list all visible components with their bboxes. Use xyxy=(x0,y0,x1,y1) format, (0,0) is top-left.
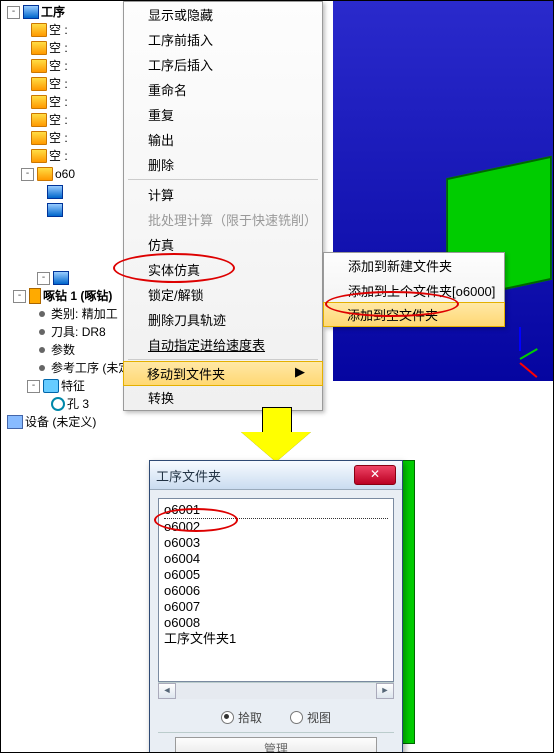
folder-icon xyxy=(31,95,47,109)
radio-off-icon xyxy=(290,711,303,724)
device-icon xyxy=(7,415,23,429)
prop-tool-value: DR8 xyxy=(82,323,106,341)
op-icon xyxy=(53,271,69,285)
scroll-right-icon[interactable]: ► xyxy=(376,683,394,699)
drill-group-label[interactable]: 啄钻 1 (啄钻) xyxy=(43,287,112,305)
dot-icon xyxy=(39,311,45,317)
radio-on-icon xyxy=(221,711,234,724)
tree-empty-label: 空 : xyxy=(49,129,68,147)
folder-icon xyxy=(31,149,47,163)
radio-view-label: 视图 xyxy=(307,709,331,726)
tree-empty-label: 空 : xyxy=(49,21,68,39)
mi-lock[interactable]: 锁定/解锁 xyxy=(124,282,322,307)
smi-add-prev-suffix: [o6000] xyxy=(452,284,495,299)
folder-icon xyxy=(31,41,47,55)
tree-empty-label: 空 : xyxy=(49,93,68,111)
smi-add-empty[interactable]: 添加到空文件夹 xyxy=(323,302,505,327)
radio-view[interactable]: 视图 xyxy=(290,709,331,726)
h-scrollbar[interactable]: ◄ ► xyxy=(158,682,394,699)
mi-show-hide[interactable]: 显示或隐藏 xyxy=(124,2,322,27)
feature-label[interactable]: 特征 xyxy=(61,377,85,395)
tree-empty-label: 空 : xyxy=(49,147,68,165)
folder-icon xyxy=(31,77,47,91)
mi-insert-before[interactable]: 工序前插入 xyxy=(124,27,322,52)
collapse-icon[interactable]: - xyxy=(7,6,20,19)
context-menu[interactable]: 显示或隐藏 工序前插入 工序后插入 重命名 重复 输出 删除 计算 批处理计算（… xyxy=(123,1,323,411)
collapse-icon[interactable]: - xyxy=(37,272,50,285)
mi-rename[interactable]: 重命名 xyxy=(124,77,322,102)
scroll-left-icon[interactable]: ◄ xyxy=(158,683,176,699)
separator xyxy=(158,732,394,733)
op-icon xyxy=(47,203,63,217)
mi-delete[interactable]: 删除 xyxy=(124,152,322,177)
drill-icon xyxy=(29,288,41,304)
list-item[interactable]: o6005 xyxy=(164,567,388,583)
manage-button[interactable]: 管理 xyxy=(175,737,377,753)
folder-icon xyxy=(37,167,53,181)
list-item[interactable]: o6002 xyxy=(164,519,388,535)
smi-add-prev[interactable]: 添加到上个文件夹[o6000] xyxy=(324,278,504,303)
folder-icon xyxy=(31,113,47,127)
mi-feed-table[interactable]: 自动指定进给速度表 xyxy=(124,332,322,357)
mi-calc[interactable]: 计算 xyxy=(124,182,322,207)
mi-sim-solid[interactable]: 实体仿真 xyxy=(124,257,322,282)
submenu-arrow-icon: ▶ xyxy=(295,364,305,380)
feature-icon xyxy=(43,379,59,393)
tree-empty-label: 空 : xyxy=(49,75,68,93)
radio-pick[interactable]: 拾取 xyxy=(221,709,262,726)
tree-folder-o60[interactable]: o60 xyxy=(55,165,75,183)
dot-icon xyxy=(39,347,45,353)
list-item[interactable]: o6008 xyxy=(164,615,388,631)
tree-empty-label: 空 : xyxy=(49,111,68,129)
folder-icon xyxy=(31,131,47,145)
menu-separator xyxy=(128,359,318,360)
prop-ref-label: 参考工序 xyxy=(51,359,99,377)
list-item[interactable]: o6003 xyxy=(164,535,388,551)
collapse-icon[interactable]: - xyxy=(21,168,34,181)
smi-add-prev-label: 添加到上个文件夹 xyxy=(348,284,452,299)
hole-label[interactable]: 孔 3 xyxy=(67,395,89,413)
folder-dialog[interactable]: 工序文件夹 ✕ o6001 o6002 o6003 o6004 o6005 o6… xyxy=(149,460,403,753)
folder-listbox[interactable]: o6001 o6002 o6003 o6004 o6005 o6006 o600… xyxy=(158,498,394,682)
list-item[interactable]: 工序文件夹1 xyxy=(164,631,388,647)
dialog-title: 工序文件夹 xyxy=(156,466,354,485)
callout-arrow-icon xyxy=(241,407,311,463)
list-item[interactable]: o6006 xyxy=(164,583,388,599)
mi-output[interactable]: 输出 xyxy=(124,127,322,152)
prop-category-label: 类别: xyxy=(51,305,78,323)
smi-add-new[interactable]: 添加到新建文件夹 xyxy=(324,253,504,278)
device-value: (未定义) xyxy=(52,413,96,431)
device-label: 设备 xyxy=(25,413,49,431)
op-icon xyxy=(47,185,63,199)
list-item[interactable]: o6007 xyxy=(164,599,388,615)
mi-batch-calc: 批处理计算（限于快速铣削） xyxy=(124,207,322,232)
list-item[interactable]: o6001 xyxy=(164,502,388,519)
prop-category-value: 精加工 xyxy=(82,305,118,323)
collapse-icon[interactable]: - xyxy=(27,380,40,393)
mi-del-toolpath[interactable]: 删除刀具轨迹 xyxy=(124,307,322,332)
dot-icon xyxy=(39,329,45,335)
mi-duplicate[interactable]: 重复 xyxy=(124,102,322,127)
mi-move-to-folder[interactable]: 移动到文件夹 ▶ xyxy=(123,361,323,386)
close-button[interactable]: ✕ xyxy=(354,465,396,485)
tree-empty-label: 空 : xyxy=(49,57,68,75)
prop-params[interactable]: 参数 xyxy=(51,341,75,359)
folder-icon xyxy=(31,59,47,73)
radio-pick-label: 拾取 xyxy=(238,709,262,726)
collapse-icon[interactable]: - xyxy=(13,290,26,303)
prop-tool-label: 刀具: xyxy=(51,323,78,341)
dialog-titlebar[interactable]: 工序文件夹 ✕ xyxy=(150,461,402,490)
menu-separator xyxy=(128,179,318,180)
hole-icon xyxy=(51,397,65,411)
folder-icon xyxy=(31,23,47,37)
tree-empty-label: 空 : xyxy=(49,39,68,57)
tree-root-label: 工序 xyxy=(41,3,65,21)
mi-move-label: 移动到文件夹 xyxy=(147,367,225,382)
mi-sim[interactable]: 仿真 xyxy=(124,232,322,257)
mi-insert-after[interactable]: 工序后插入 xyxy=(124,52,322,77)
list-item[interactable]: o6004 xyxy=(164,551,388,567)
ops-root-icon xyxy=(23,5,39,19)
context-submenu[interactable]: 添加到新建文件夹 添加到上个文件夹[o6000] 添加到空文件夹 xyxy=(323,252,505,327)
dot-icon xyxy=(39,365,45,371)
